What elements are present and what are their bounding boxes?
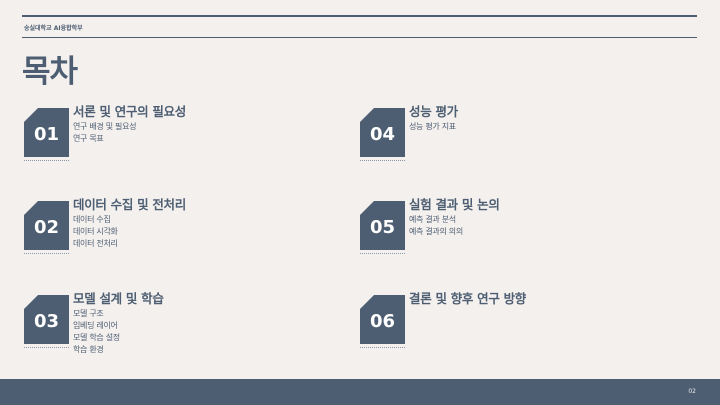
section-title: 성능 평가 — [409, 104, 458, 119]
toc-item-01: 01 서론 및 연구의 필요성 연구 배경 및 필요성 연구 목표 — [24, 101, 324, 181]
section-number: 03 — [33, 311, 60, 332]
toc-item-04: 04 성능 평가 성능 평가 지표 — [360, 101, 660, 181]
subtopic: 성능 평가 지표 — [409, 122, 456, 131]
badge-underline — [360, 250, 405, 254]
badge-underline — [360, 344, 405, 348]
subtopic: 데이터 전처리 — [73, 239, 118, 248]
section-number: 04 — [369, 124, 396, 145]
subtopic-list: 예측 결과 분석 예측 결과의 의의 — [409, 214, 463, 238]
subtopic: 예측 결과 분석 — [409, 215, 456, 224]
page-number: 02 — [688, 388, 696, 395]
section-title: 모델 설계 및 학습 — [73, 291, 164, 306]
subtopic: 학습 환경 — [73, 345, 104, 354]
section-number: 01 — [33, 124, 60, 145]
toc-item-06: 06 결론 및 향후 연구 방향 — [360, 288, 660, 368]
badge-underline — [24, 344, 69, 348]
toc-item-02: 02 데이터 수집 및 전처리 데이터 수집 데이터 시각화 데이터 전처리 — [24, 194, 324, 274]
section-title: 데이터 수집 및 전처리 — [73, 197, 186, 212]
section-number-badge: 03 — [24, 295, 69, 344]
section-number: 02 — [33, 217, 60, 238]
badge-underline — [24, 250, 69, 254]
badge-underline — [360, 157, 405, 161]
section-title: 실험 결과 및 논의 — [409, 197, 500, 212]
page-title: 목차 — [22, 54, 78, 90]
section-number-badge: 01 — [24, 108, 69, 157]
footer-bar: 02 — [0, 379, 720, 405]
toc-item-03: 03 모델 설계 및 학습 모델 구조 임베딩 레이어 모델 학습 설정 학습 … — [24, 288, 324, 368]
top-rule — [22, 15, 697, 17]
subtopic: 모델 구조 — [73, 309, 104, 318]
subtopic: 예측 결과의 의의 — [409, 227, 463, 236]
subtopic-list: 모델 구조 임베딩 레이어 모델 학습 설정 학습 환경 — [73, 308, 120, 356]
toc-item-05: 05 실험 결과 및 논의 예측 결과 분석 예측 결과의 의의 — [360, 194, 660, 274]
section-number-badge: 02 — [24, 201, 69, 250]
section-number-badge: 06 — [360, 295, 405, 344]
section-number-badge: 05 — [360, 201, 405, 250]
section-number: 06 — [369, 311, 396, 332]
section-title: 서론 및 연구의 필요성 — [73, 104, 186, 119]
subtopic-list: 연구 배경 및 필요성 연구 목표 — [73, 121, 137, 145]
subtopic: 연구 목표 — [73, 134, 104, 143]
badge-underline — [24, 157, 69, 161]
subtopic: 연구 배경 및 필요성 — [73, 122, 137, 131]
subtopic-list: 데이터 수집 데이터 시각화 데이터 전처리 — [73, 214, 118, 250]
subtopic-list: 성능 평가 지표 — [409, 121, 456, 133]
subtopic: 데이터 시각화 — [73, 227, 118, 236]
subtopic: 임베딩 레이어 — [73, 321, 118, 330]
university-label: 숭실대학교 AI융합학부 — [24, 25, 83, 32]
section-number-badge: 04 — [360, 108, 405, 157]
section-title: 결론 및 향후 연구 방향 — [409, 291, 527, 306]
subtopic: 데이터 수집 — [73, 215, 111, 224]
subtopic: 모델 학습 설정 — [73, 333, 120, 342]
header-divider — [22, 37, 697, 38]
section-number: 05 — [369, 217, 396, 238]
